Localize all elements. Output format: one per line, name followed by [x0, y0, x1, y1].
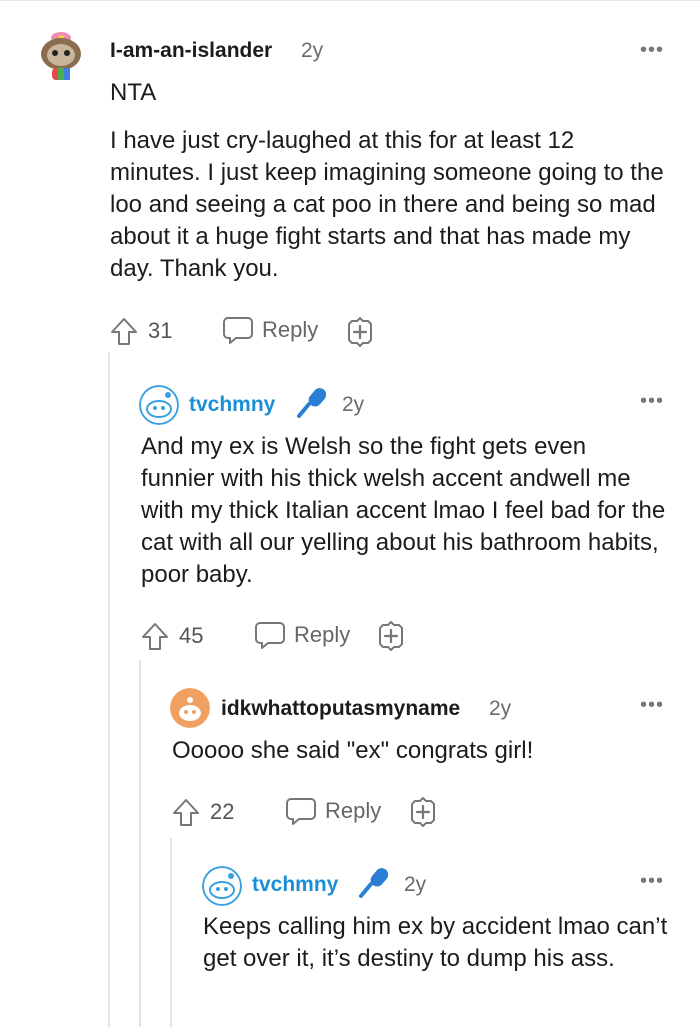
vote-count: 31	[148, 318, 173, 343]
reply-bubble-icon	[223, 317, 253, 344]
add-award-icon	[379, 621, 403, 651]
comment-author[interactable]: idkwhattoputasmyname	[221, 697, 460, 721]
comment-body: Keeps calling him ex by accident lmao ca…	[203, 913, 668, 972]
reply-label: Reply	[325, 798, 382, 823]
upvote-arrow-icon	[111, 318, 137, 345]
award-button[interactable]	[344, 316, 376, 353]
user-avatar[interactable]	[36, 24, 86, 80]
upvote-button[interactable]: 45	[139, 620, 203, 652]
comment-paragraph: NTA	[110, 79, 157, 106]
more-options-icon[interactable]: •••	[640, 391, 664, 411]
more-options-icon[interactable]: •••	[640, 695, 664, 715]
comment-age: 2y	[342, 393, 365, 416]
more-options-icon[interactable]: •••	[640, 871, 664, 891]
comment-author[interactable]: tvchmny	[252, 873, 338, 897]
microphone-icon	[356, 864, 392, 905]
thread-line-1	[108, 352, 110, 1027]
comment-age: 2y	[404, 873, 427, 896]
comment-body: And my ex is Welsh so the fight gets eve…	[141, 433, 666, 588]
vote-count: 22	[210, 799, 235, 824]
microphone-icon	[294, 384, 330, 425]
upvote-button[interactable]: 31	[108, 315, 172, 347]
award-button[interactable]	[407, 796, 439, 833]
comment-author[interactable]: tvchmny	[189, 393, 275, 417]
add-award-icon	[411, 797, 435, 827]
default-snoo-icon	[202, 866, 242, 906]
reply-bubble-icon	[255, 622, 285, 649]
thread-line-3	[170, 838, 172, 1027]
reply-button[interactable]: Reply	[285, 796, 381, 826]
comment-age: 2y	[489, 697, 512, 720]
award-button[interactable]	[375, 620, 407, 657]
add-award-icon	[348, 317, 372, 347]
snoo-avatar-icon	[41, 32, 81, 80]
more-options-icon[interactable]: •••	[640, 40, 664, 60]
user-avatar[interactable]	[202, 866, 242, 906]
comment-body: NTA I have just cry-laughed at this for …	[110, 77, 670, 285]
reply-button[interactable]: Reply	[254, 620, 350, 650]
reply-button[interactable]: Reply	[222, 315, 318, 345]
upvote-arrow-icon	[173, 799, 199, 826]
user-avatar[interactable]	[170, 688, 210, 728]
comment-age: 2y	[301, 39, 324, 62]
reply-label: Reply	[262, 317, 319, 342]
snoo-avatar-icon	[170, 688, 210, 728]
vote-count: 45	[179, 623, 204, 648]
default-snoo-icon	[139, 385, 179, 425]
comment-paragraph: I have just cry-laughed at this for at l…	[110, 127, 664, 282]
thread-line-2	[139, 660, 141, 1027]
reply-label: Reply	[294, 622, 351, 647]
upvote-arrow-icon	[142, 623, 168, 650]
user-avatar[interactable]	[139, 385, 179, 425]
comment-author[interactable]: I-am-an-islander	[110, 39, 272, 63]
top-divider	[0, 0, 700, 1]
upvote-button[interactable]: 22	[170, 796, 234, 828]
reply-bubble-icon	[286, 798, 316, 825]
comment-body: Ooooo she said "ex" congrats girl!	[172, 737, 534, 764]
